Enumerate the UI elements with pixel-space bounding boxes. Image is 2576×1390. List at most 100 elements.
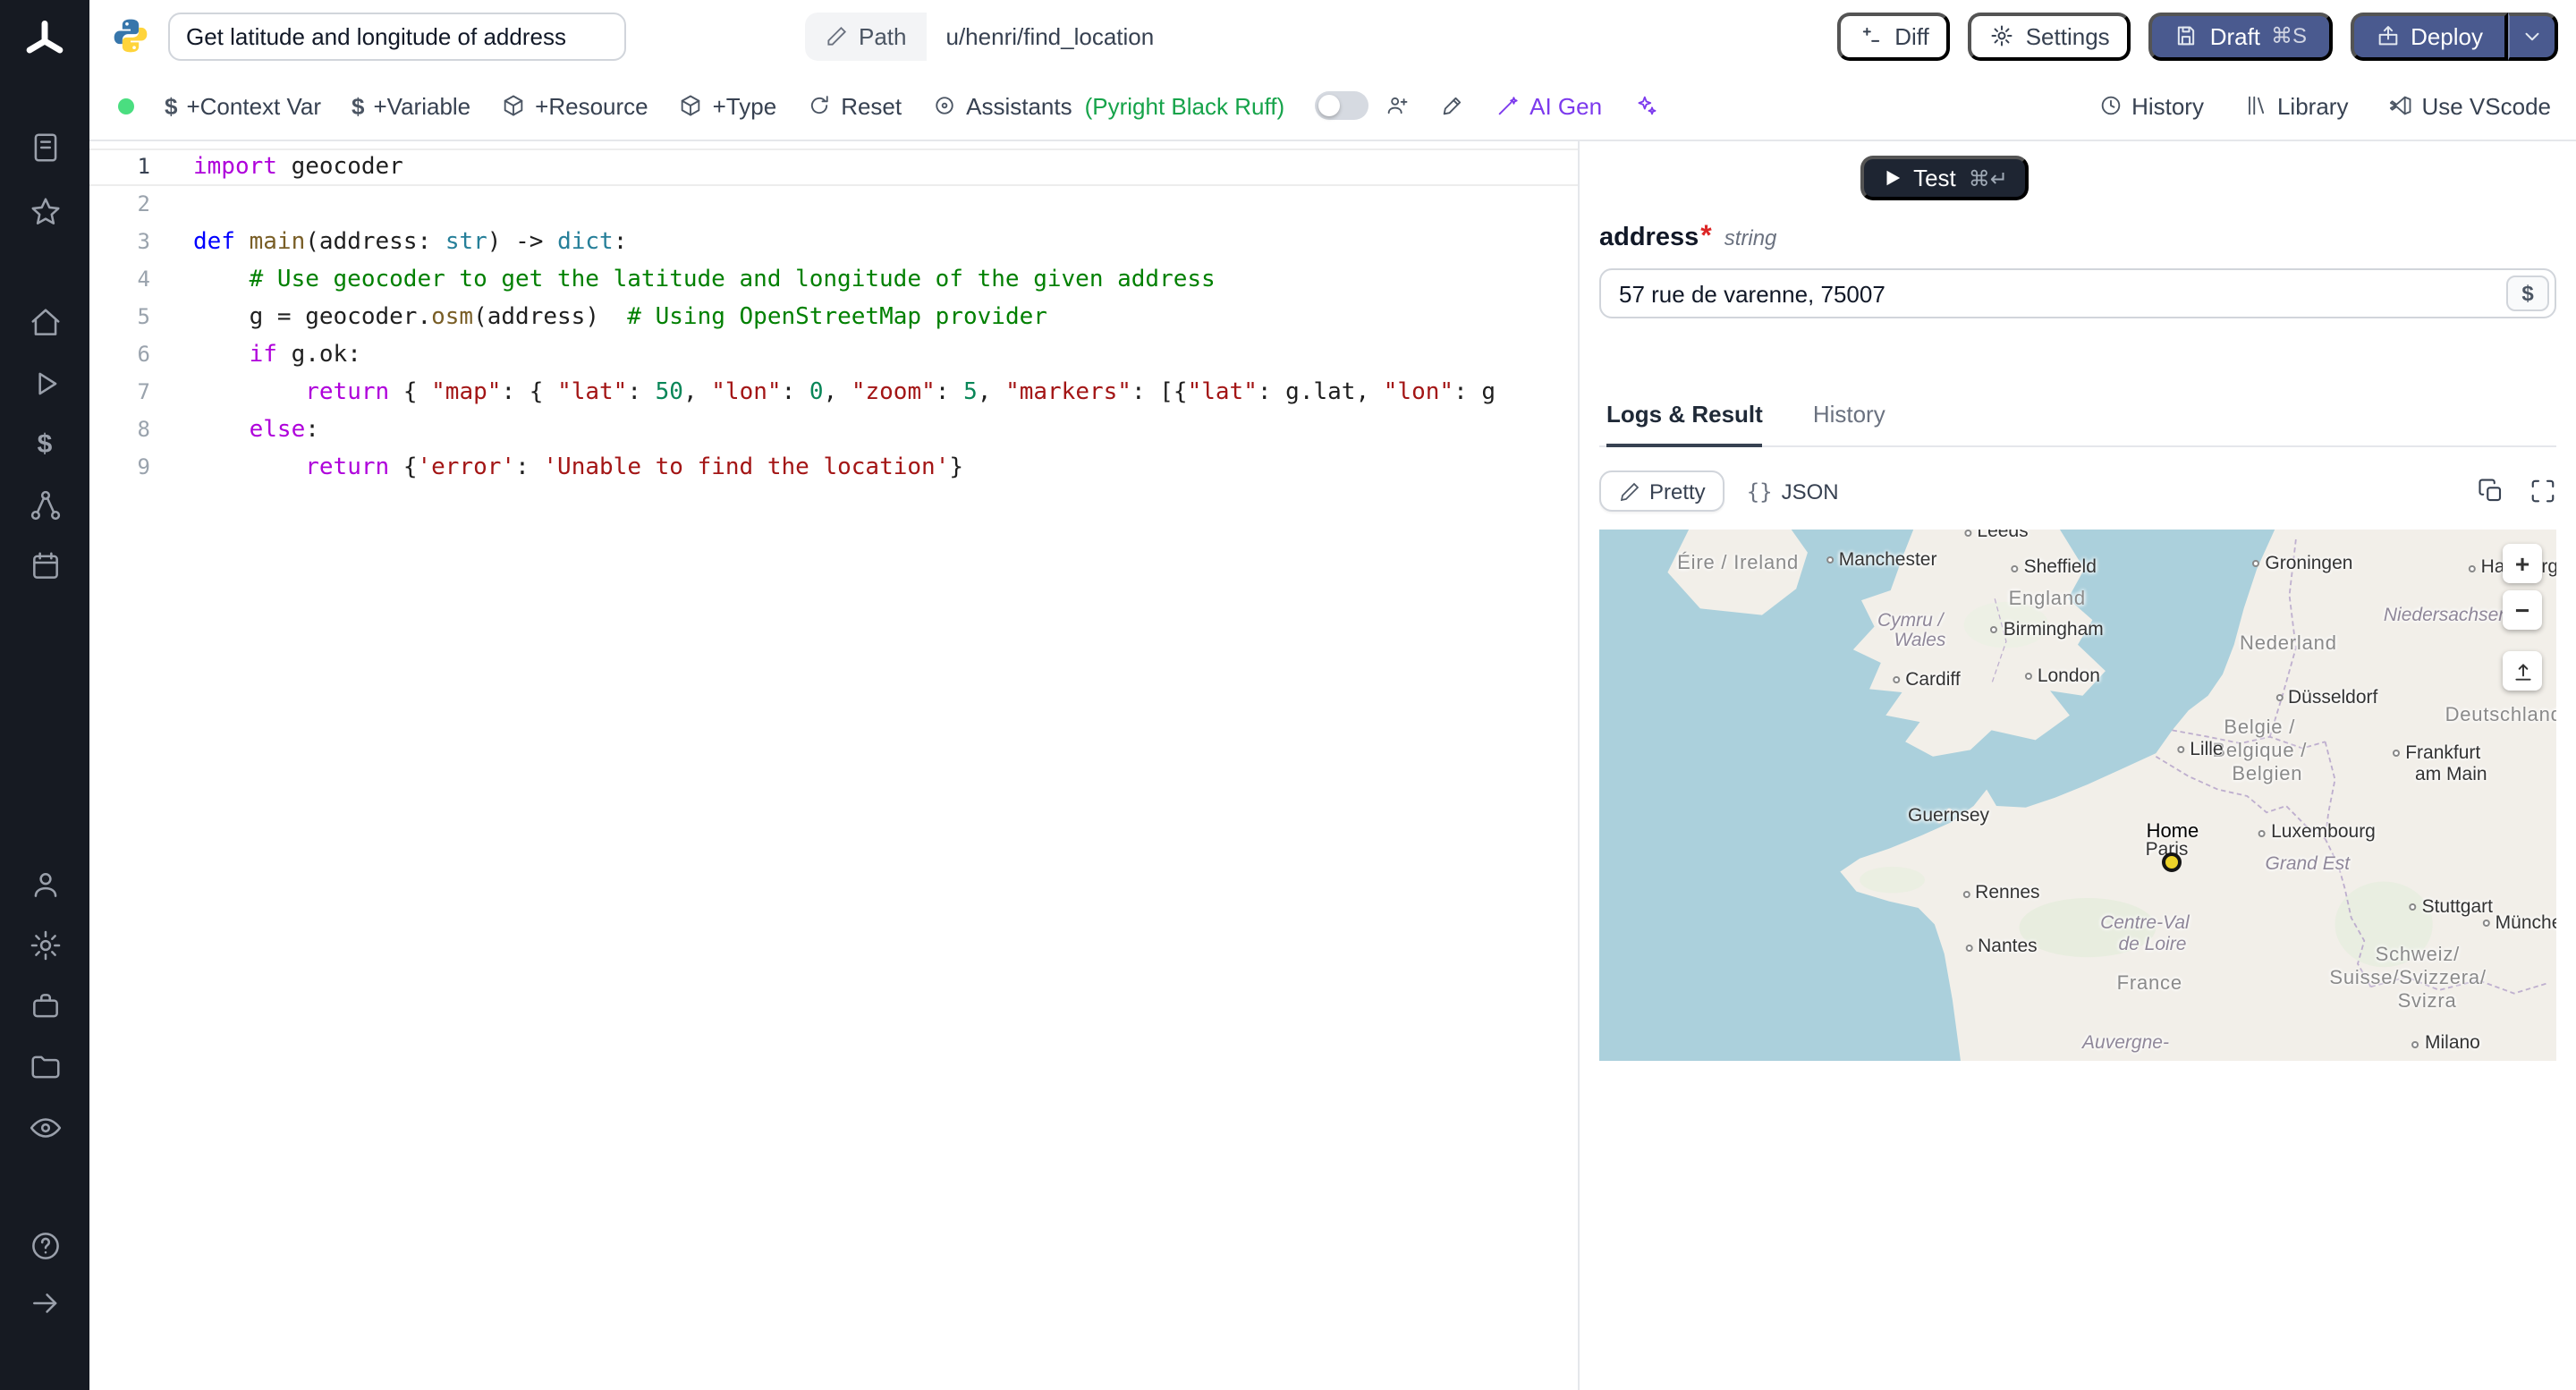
code-line[interactable]: 8 else:	[89, 411, 1578, 449]
line-number: 2	[137, 191, 150, 216]
assistants-button[interactable]: Assistants	[932, 92, 1072, 119]
test-button[interactable]: Test ⌘↵	[1860, 156, 2029, 200]
save-icon	[2178, 26, 2195, 46]
zoom-in-button[interactable]: +	[2503, 544, 2542, 583]
code-line[interactable]: 9 return {'error': 'Unable to find the l…	[89, 449, 1578, 487]
test-shortcut: ⌘↵	[1968, 165, 2008, 191]
audit-logs-eye-icon[interactable]	[27, 1109, 63, 1145]
code-line[interactable]: 4 # Use geocoder to get the latitude and…	[89, 261, 1578, 299]
diff-icon	[1863, 27, 1880, 42]
deploy-dropdown-button[interactable]	[2508, 12, 2558, 60]
dollar-icon: $	[352, 92, 365, 119]
line-number: 6	[137, 342, 150, 367]
add-context-var-button[interactable]: $ +Context Var	[165, 92, 321, 119]
dollar-icon: $	[165, 92, 178, 119]
draft-shortcut: ⌘S	[2271, 23, 2308, 48]
library-bars-icon	[2249, 96, 2265, 115]
history-button[interactable]: History	[2097, 92, 2204, 119]
line-number: 5	[137, 304, 150, 329]
line-number: 8	[137, 417, 150, 442]
help-icon[interactable]	[27, 1227, 63, 1263]
home-icon[interactable]	[27, 304, 63, 340]
code-line[interactable]: 2	[89, 186, 1578, 224]
workers-briefcase-icon[interactable]	[27, 987, 63, 1023]
add-variable-button[interactable]: $ +Variable	[352, 92, 470, 119]
code-editor[interactable]: 1 import geocoder 2 3 def main(address: str)…	[89, 141, 1578, 1390]
script-path[interactable]: Path u/henri/find_location	[805, 12, 1174, 60]
python-language-icon	[111, 16, 150, 55]
argument-input-row: $	[1599, 268, 2556, 318]
run-panel: Test ⌘↵ address* string $ Logs & Result …	[1578, 141, 2576, 1390]
map-marker-label: Home	[2146, 821, 2199, 843]
pretty-view-button[interactable]: Pretty	[1599, 470, 1725, 512]
play-icon	[1885, 170, 1900, 186]
reset-button[interactable]: Reset	[807, 92, 902, 119]
wand-icon	[1498, 97, 1518, 115]
argument-label: address * string	[1599, 222, 2556, 254]
line-number: 3	[137, 229, 150, 254]
code-line[interactable]: 3 def main(address: str) -> dict:	[89, 224, 1578, 261]
deploy-button[interactable]: Deploy	[2350, 12, 2508, 60]
library-button[interactable]: Library	[2243, 92, 2348, 119]
settings-gear-icon[interactable]	[27, 927, 63, 962]
expand-icon[interactable]	[2529, 478, 2556, 504]
runs-icon[interactable]	[27, 129, 63, 165]
add-type-button[interactable]: +Type	[679, 92, 776, 119]
format-code-button[interactable]	[1440, 93, 1465, 118]
field-name: address	[1599, 224, 1699, 252]
code-line[interactable]: 5 g = geocoder.osm(address) # Using Open…	[89, 299, 1578, 336]
address-input[interactable]	[1599, 268, 2556, 318]
tab-history[interactable]: History	[1813, 401, 1885, 445]
code-line[interactable]: 7 return { "map": { "lat": 50, "lon": 0,…	[89, 374, 1578, 411]
deploy-split-button: Deploy	[2350, 12, 2558, 60]
assistant-icon	[936, 97, 953, 114]
json-view-button[interactable]: {} JSON	[1747, 479, 1839, 504]
users-icon[interactable]	[27, 866, 63, 902]
add-resource-button[interactable]: +Resource	[501, 92, 648, 119]
runs-play-icon[interactable]	[27, 365, 63, 401]
recenter-button[interactable]	[2503, 651, 2542, 691]
deploy-icon	[2377, 26, 2397, 46]
code-lines: 1 import geocoder 2 3 def main(address: str)…	[89, 148, 1578, 487]
gear-icon	[1992, 25, 2013, 47]
hub-icon[interactable]	[27, 487, 63, 522]
code-line[interactable]: 1 import geocoder	[89, 148, 1578, 186]
favorites-star-icon[interactable]	[27, 193, 63, 229]
line-number: 1	[137, 154, 150, 179]
tab-logs-result[interactable]: Logs & Result	[1606, 401, 1763, 447]
pencil-icon	[827, 25, 847, 45]
left-sidebar: $	[0, 0, 89, 1390]
schedules-calendar-icon[interactable]	[27, 547, 63, 583]
result-map[interactable]: LeedsManchesterSheffieldGroningenHamburg…	[1599, 530, 2556, 1061]
path-value: u/henri/find_location	[945, 22, 1155, 49]
ai-gen-button[interactable]: AI Gen	[1496, 92, 1602, 119]
map-base-layer	[1599, 530, 2556, 1061]
use-vscode-button[interactable]: Use VScode	[2387, 92, 2551, 119]
multiplayer-users-icon[interactable]	[1385, 93, 1410, 118]
copy-icon[interactable]	[2478, 478, 2504, 504]
chevron-down-icon	[2525, 31, 2539, 40]
script-summary-input[interactable]	[168, 12, 626, 60]
variables-icon[interactable]: $	[27, 426, 63, 462]
multiplayer-toggle[interactable]	[1315, 91, 1369, 120]
code-line[interactable]: 6 if g.ok:	[89, 336, 1578, 374]
vscode-icon	[2389, 96, 2411, 115]
windmill-script-editor: $ Get latitude and longitude of address …	[0, 0, 2576, 1390]
settings-button[interactable]: Settings	[1968, 12, 2131, 60]
diff-button[interactable]: Diff	[1837, 12, 1951, 60]
draft-button[interactable]: Draft ⌘S	[2148, 12, 2333, 60]
collapse-sidebar-arrow-icon[interactable]	[27, 1284, 63, 1320]
required-asterisk: *	[1700, 222, 1712, 252]
history-clock-icon	[2100, 96, 2120, 115]
folders-icon[interactable]	[27, 1048, 63, 1084]
topbar: Path u/henri/find_location Diff Settings…	[89, 0, 2576, 72]
insert-variable-button[interactable]: $	[2506, 275, 2549, 311]
line-number: 9	[137, 454, 150, 479]
assistants-status: (Pyright Black Ruff)	[1084, 92, 1285, 119]
windmill-logo-icon[interactable]	[21, 18, 68, 64]
result-view-toolbar: Pretty {} JSON	[1599, 470, 2556, 512]
zoom-out-button[interactable]: −	[2503, 590, 2542, 630]
reset-icon	[811, 96, 828, 114]
braces-icon: {}	[1746, 479, 1773, 504]
ai-sparkles-icon[interactable]	[1632, 93, 1657, 118]
